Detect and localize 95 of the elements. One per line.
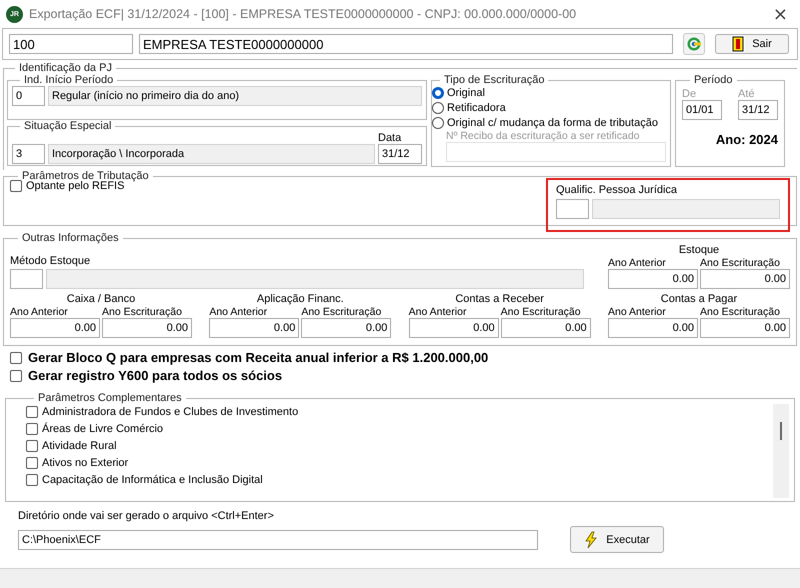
option-label: Gerar registro Y600 para todos os sócios	[28, 368, 282, 383]
group-title: Período	[693, 74, 734, 86]
refresh-button[interactable]	[683, 33, 705, 55]
checkbox-option[interactable]: Administradora de Fundos e Clubes de Investimento	[26, 406, 773, 418]
checkbox[interactable]	[26, 406, 38, 418]
checkbox[interactable]	[26, 423, 38, 435]
refresh-icon	[686, 36, 702, 52]
group-title: Parâmetros Complementares	[37, 392, 183, 404]
radio-button[interactable]	[432, 102, 444, 114]
option-label: Áreas de Livre Comércio	[42, 423, 164, 435]
amount-field[interactable]: 0.00	[608, 318, 698, 338]
group-title: Aplicação Financ.	[256, 293, 344, 306]
run-button[interactable]: Executar	[570, 526, 664, 553]
option-label: Original	[447, 87, 485, 100]
checkbox-option[interactable]: Gerar Bloco Q para empresas com Receita anual inferior a R$ 1.200.000,00	[10, 350, 790, 365]
field-label: De	[682, 88, 698, 100]
checkbox[interactable]	[10, 370, 22, 382]
group-title: Estoque	[678, 244, 720, 257]
close-button[interactable]: ×	[766, 4, 794, 24]
scrollbar[interactable]	[773, 404, 789, 498]
amount-field[interactable]: 0.00	[700, 318, 790, 338]
field-label: Nº Recibo da escrituração a ser retificado	[446, 130, 641, 142]
lightning-icon	[584, 530, 598, 548]
start-date-field[interactable]: 01/01	[682, 100, 722, 120]
directory-field[interactable]: C:\Phoenix\ECF	[18, 530, 538, 550]
group-title: Contas a Pagar	[660, 293, 738, 306]
checkbox-option[interactable]: Capacitação de Informática e Inclusão Digital	[26, 474, 773, 486]
radio-option[interactable]: Retificadora	[432, 100, 666, 116]
checkbox-option[interactable]: Gerar registro Y600 para todos os sócios	[10, 368, 790, 383]
door-icon	[732, 36, 744, 52]
amount-field[interactable]: 0.00	[102, 318, 192, 338]
option-label: Capacitação de Informática e Inclusão Digital	[42, 474, 263, 486]
radio-option[interactable]: Original c/ mudança da forma de tributação	[432, 116, 666, 130]
group-title: Caixa / Banco	[66, 293, 136, 306]
window-title: Exportação ECF| 31/12/2024 - [100] - EMPRESA TESTE0000000000 - CNPJ: 00.000.000/0000-00	[29, 7, 578, 21]
description-field[interactable]: Incorporação \ Incorporada	[48, 144, 375, 164]
description-field[interactable]	[46, 269, 584, 289]
description-field[interactable]: Regular (início no primeiro dia do ano)	[48, 86, 422, 106]
option-label: Retificadora	[447, 102, 506, 114]
amount-field[interactable]: 0.00	[700, 269, 790, 289]
amount-field[interactable]: 0.00	[500, 318, 591, 338]
checkbox[interactable]	[26, 474, 38, 486]
option-label: Ativos no Exterior	[42, 457, 128, 469]
option-label: Administradora de Fundos e Clubes de Investimento	[42, 406, 298, 418]
column-label: Ano Anterior	[10, 306, 69, 318]
description-field[interactable]	[592, 199, 780, 219]
code-field[interactable]	[556, 199, 589, 219]
column-label: Ano Escrituração	[700, 257, 781, 269]
group-title: Outras Informações	[21, 232, 120, 244]
column-label: Ano Escrituração	[102, 306, 183, 318]
date-field[interactable]: 31/12	[378, 144, 422, 164]
checkbox-option[interactable]: Ativos no Exterior	[26, 457, 773, 469]
checkbox-option[interactable]: Áreas de Livre Comércio	[26, 423, 773, 435]
field-label: Diretório onde vai ser gerado o arquivo <Ctrl+Enter>	[18, 510, 275, 522]
option-label: Original c/ mudança da forma de tributação	[447, 116, 658, 129]
column-label: Ano Anterior	[608, 257, 667, 269]
code-field[interactable]	[10, 269, 43, 289]
radio-option[interactable]: Original	[432, 86, 666, 101]
amount-field[interactable]: 0.00	[301, 318, 392, 338]
field-label: Método Estoque	[10, 255, 90, 267]
field-label: Data	[378, 132, 402, 144]
code-field[interactable]: 3	[12, 144, 45, 164]
group-title: Parâmetros de Tributação	[21, 170, 150, 182]
checkbox-option[interactable]: Atividade Rural	[26, 440, 773, 452]
column-label: Ano Escrituração	[500, 306, 582, 318]
column-label: Ano Anterior	[408, 306, 468, 318]
group-title: Situação Especial	[23, 120, 112, 132]
column-label: Ano Anterior	[209, 306, 268, 318]
column-label: Ano Escrituração	[700, 306, 781, 318]
group-title: Ind. Início Período	[23, 74, 114, 86]
group-title: Tipo de Escrituração	[443, 74, 546, 86]
amount-field[interactable]: 0.00	[608, 269, 698, 289]
checkbox[interactable]	[10, 180, 22, 192]
option-label: Atividade Rural	[42, 440, 117, 452]
field-label: Até	[738, 88, 756, 100]
year-label: Ano: 2024	[716, 132, 778, 147]
group-title: Identificação da PJ	[18, 62, 113, 74]
option-label: Gerar Bloco Q para empresas com Receita anual inferior a R$ 1.200.000,00	[28, 350, 488, 365]
column-label: Ano Anterior	[608, 306, 667, 318]
company-name-field[interactable]: EMPRESA TESTE0000000000	[139, 34, 673, 54]
group-title: Contas a Receber	[455, 293, 544, 306]
checkbox[interactable]	[10, 352, 22, 364]
column-label: Ano Escrituração	[301, 306, 382, 318]
amount-field[interactable]: 0.00	[209, 318, 300, 338]
radio-button[interactable]	[432, 116, 444, 129]
amount-field[interactable]: 0.00	[10, 318, 100, 338]
field-label: Qualific. Pessoa Jurídica	[556, 184, 678, 196]
company-code-field[interactable]: 100	[9, 34, 133, 54]
code-field[interactable]: 0	[12, 86, 45, 106]
amount-field[interactable]: 0.00	[408, 318, 499, 338]
exit-button[interactable]: Sair	[715, 34, 789, 54]
end-date-field[interactable]: 31/12	[738, 100, 778, 120]
radio-button[interactable]	[432, 87, 444, 100]
checkbox[interactable]	[26, 457, 38, 469]
checkbox[interactable]	[26, 440, 38, 452]
